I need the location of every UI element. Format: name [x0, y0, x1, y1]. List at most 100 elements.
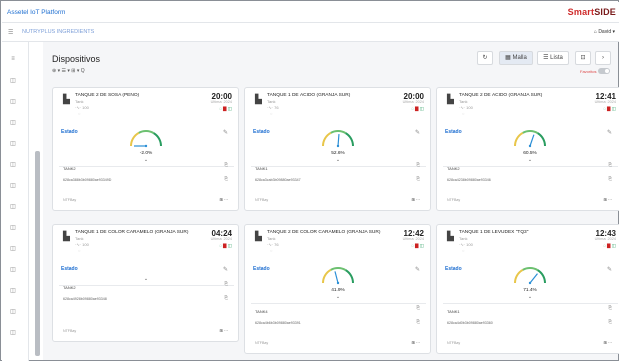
device-card[interactable]: ▙ TANQUE 1 DE LEVUDEX "TQ3" Tank 12:43 U…	[436, 224, 619, 354]
device-name[interactable]: TANQUE 1 DE LEVUDEX "TQ3"	[459, 230, 579, 235]
refresh-button[interactable]: ↻	[477, 51, 493, 65]
gateway-name: NTFBay	[255, 198, 269, 202]
device-name[interactable]: TANQUE 2 DE ÁCIDO (GRANJA SUR)	[459, 93, 579, 98]
link-icon[interactable]: ⎘	[416, 176, 420, 181]
filter-bar[interactable]: ⊕ ▾ ☰ ▾ ⊞ ▾ Q	[52, 68, 85, 74]
sidebar-item-icon[interactable]: ◫	[7, 140, 19, 147]
sidebar-item-icon[interactable]: ≡	[7, 56, 19, 62]
device-name[interactable]: TANQUE 1 DE COLOR CARAMELO (GRANJA SUR)	[75, 230, 195, 235]
home-icon[interactable]: ⌂	[594, 29, 597, 35]
user-menu[interactable]: ⌂ David ▾	[594, 29, 615, 35]
sidebar-item-icon[interactable]: ◫	[7, 308, 19, 315]
device-card[interactable]: ▙ TANQUE 2 DE COLOR CARAMELO (GRANJA SUR…	[244, 224, 431, 354]
sidebar-item-icon[interactable]: ◫	[7, 161, 19, 168]
last-update-date: Ultima: 2024	[594, 100, 616, 104]
link-icon[interactable]: ⎘	[608, 319, 612, 324]
card-actions[interactable]: ⊞ ···	[412, 197, 420, 202]
tank-icon: ▙	[447, 231, 454, 241]
card-divider	[59, 285, 234, 286]
card-actions[interactable]: ⊞ ···	[220, 197, 228, 202]
device-name[interactable]: TANQUE 1 DE ÁCIDO (GRANJA SUR)	[267, 93, 387, 98]
location-icon: ◌	[462, 248, 465, 253]
sidebar-item-icon[interactable]: ◫	[7, 203, 19, 210]
edit-icon[interactable]: ✎	[223, 129, 228, 136]
edit-icon[interactable]: ✎	[415, 129, 420, 136]
device-card[interactable]: ▙ TANQUE 1 DE COLOR CARAMELO (GRANJA SUR…	[52, 224, 239, 342]
sidebar: ≡ ◫ ◫ ◫ ◫ ◫ ◫ ◫ ◫ ◫ ◫ ◫ ◫ ◫	[2, 42, 29, 361]
device-tag: TANK2	[63, 166, 76, 171]
card-actions[interactable]: ⊞ ···	[604, 340, 612, 345]
link-icon[interactable]: ⎘	[224, 295, 228, 300]
sidebar-item-icon[interactable]: ◫	[7, 98, 19, 105]
menu-icon[interactable]: ☰	[8, 29, 13, 36]
card-actions[interactable]: ⊞ ···	[604, 197, 612, 202]
card-divider	[251, 303, 426, 304]
favoritos-toggle[interactable]	[598, 68, 610, 74]
gateway-name: NTFBay	[447, 198, 461, 202]
device-type: Tank	[459, 99, 468, 104]
breadcrumb[interactable]: NUTRYPLUS INGREDIENTS	[22, 29, 94, 35]
device-name[interactable]: TANQUE 2 DE SOSA (PENO)	[75, 93, 195, 98]
location-icon: ◌	[270, 111, 273, 116]
edit-icon[interactable]: ✎	[607, 129, 612, 136]
main-content: Dispositivos ⊕ ▾ ☰ ▾ ⊞ ▾ Q ↻ ▦ Malla ☰ L…	[43, 42, 619, 360]
link-icon[interactable]: ⎘	[416, 319, 420, 324]
sidebar-item-icon[interactable]: ◫	[7, 329, 19, 336]
location-icon: ◌	[270, 248, 273, 253]
estado-label: Estado	[445, 129, 462, 135]
device-card[interactable]: ▙ TANQUE 2 DE ÁCIDO (GRANJA SUR) Tank 12…	[436, 87, 619, 211]
gateway-name: NTFBay	[447, 341, 461, 345]
level-gauge	[322, 130, 354, 148]
last-update-date: Ultima: 2024	[402, 237, 424, 241]
next-button[interactable]: ›	[595, 51, 611, 65]
device-tag: TANK4	[255, 309, 268, 314]
tank-icon: ▙	[447, 94, 454, 104]
level-value: 71.4%	[523, 288, 537, 293]
chevron-down-icon[interactable]: ⌄	[141, 276, 151, 282]
edit-icon[interactable]: ✎	[223, 266, 228, 273]
link-icon[interactable]: ⎘	[608, 176, 612, 181]
grid-view-button[interactable]: ▦ Malla	[499, 51, 533, 65]
edit-icon[interactable]: ✎	[607, 266, 612, 273]
copy-icon[interactable]: ⎘	[608, 162, 612, 167]
gateway-name: NTFBay	[63, 198, 77, 202]
sidebar-item-icon[interactable]: ◫	[7, 287, 19, 294]
copy-icon[interactable]: ⎘	[224, 162, 228, 167]
chevron-down-icon[interactable]: ⌄	[333, 294, 343, 300]
device-type: Tank	[459, 236, 468, 241]
list-view-button[interactable]: ☰ Lista	[537, 51, 569, 65]
sidebar-item-icon[interactable]: ◫	[7, 266, 19, 273]
sidebar-scrollbar[interactable]	[35, 151, 40, 356]
copy-icon[interactable]: ⎘	[416, 162, 420, 167]
device-id: 628ca4928b09880ae93348	[63, 297, 107, 301]
status-icons: ◌ ▇ ◫	[411, 243, 424, 248]
chevron-down-icon[interactable]: ⌄	[333, 157, 343, 163]
copy-icon[interactable]: ⎘	[224, 281, 228, 286]
device-card[interactable]: ▙ TANQUE 1 DE ÁCIDO (GRANJA SUR) Tank 20…	[244, 87, 431, 211]
estado-label: Estado	[61, 129, 78, 135]
chevron-down-icon[interactable]: ⌄	[141, 157, 151, 163]
copy-icon[interactable]: ⎘	[608, 305, 612, 310]
export-button[interactable]: ⊡	[575, 51, 591, 65]
copy-icon[interactable]: ⎘	[416, 305, 420, 310]
chevron-down-icon[interactable]: ⌄	[525, 157, 535, 163]
sidebar-item-icon[interactable]: ◫	[7, 224, 19, 231]
chevron-down-icon[interactable]: ⌄	[525, 294, 535, 300]
gauge-needle	[529, 134, 535, 147]
device-card[interactable]: ▙ TANQUE 2 DE SOSA (PENO) Tank 20:00 Ult…	[52, 87, 239, 211]
link-icon[interactable]: ⎘	[224, 176, 228, 181]
user-name[interactable]: David ▾	[598, 29, 615, 35]
sidebar-item-icon[interactable]: ◫	[7, 77, 19, 84]
device-name[interactable]: TANQUE 2 DE COLOR CARAMELO (GRANJA SUR)	[267, 230, 387, 235]
gateway-name: NTFBay	[255, 341, 269, 345]
tank-icon: ▙	[255, 94, 262, 104]
sidebar-item-icon[interactable]: ◫	[7, 182, 19, 189]
sidebar-item-icon[interactable]: ◫	[7, 119, 19, 126]
card-actions[interactable]: ⊞ ···	[220, 328, 228, 333]
edit-icon[interactable]: ✎	[415, 266, 420, 273]
card-actions[interactable]: ⊞ ···	[412, 340, 420, 345]
location-icon: ◌	[78, 111, 81, 116]
device-tag: TANK1	[255, 166, 268, 171]
sidebar-item-icon[interactable]: ◫	[7, 245, 19, 252]
location-icon: ◌	[462, 111, 465, 116]
